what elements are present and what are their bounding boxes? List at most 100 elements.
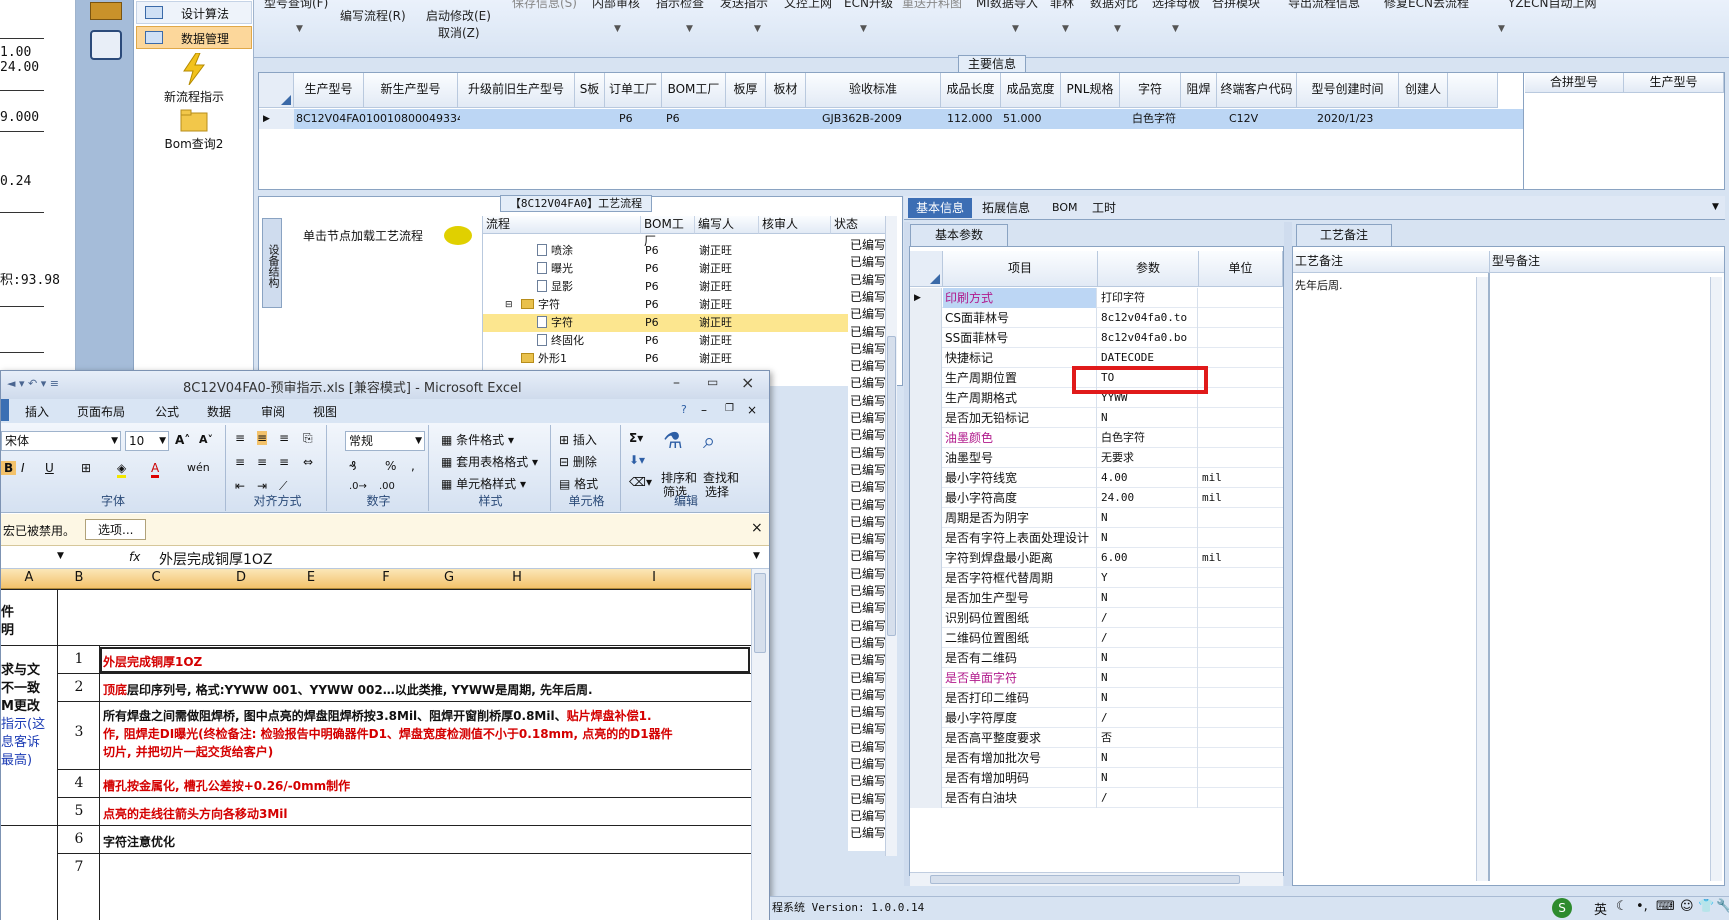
col-header[interactable]: 编写人 — [695, 216, 759, 234]
outdent-icon[interactable]: ⇥ — [257, 479, 267, 493]
col-header[interactable]: PNL规格 — [1061, 73, 1120, 108]
param-row[interactable]: 是否有白油块 / — [910, 788, 1283, 808]
col-header[interactable]: 项目 — [943, 251, 1098, 287]
param-row[interactable]: CS面菲林号 8c12v04fa0.to — [910, 308, 1283, 328]
param-value[interactable]: 6.00 — [1098, 548, 1198, 568]
param-row[interactable]: 是否有二维码 N — [910, 648, 1283, 668]
col-header[interactable]: 成品宽度 — [1001, 73, 1061, 108]
tab-extended-info[interactable]: 拓展信息 — [974, 198, 1038, 218]
border-icon[interactable]: ⊞ — [81, 461, 91, 475]
param-value[interactable]: Y — [1098, 568, 1198, 588]
clear-icon[interactable]: ⌫▾ — [629, 475, 652, 489]
percent-icon[interactable]: % — [385, 459, 396, 473]
col-header[interactable]: 验收标准 — [806, 73, 941, 108]
scroll-thumb[interactable] — [887, 336, 896, 636]
comma-icon[interactable]: , — [411, 459, 415, 473]
param-row[interactable]: 是否高平整度要求否 — [910, 728, 1283, 748]
decrease-decimal-icon[interactable]: .00 — [379, 481, 395, 492]
toolbar-send[interactable]: 发送指示 — [720, 0, 768, 11]
toolbar-export[interactable]: 导出流程信息 — [1288, 0, 1360, 11]
toolbar-ecn-upgrade[interactable]: ECN升级 — [844, 0, 893, 11]
param-row[interactable]: 识别码位置图纸 / — [910, 608, 1283, 628]
col-letter[interactable]: G — [421, 570, 477, 585]
col-header[interactable]: 成品长度 — [941, 73, 1001, 108]
instruction-cell[interactable]: 顶底层印序列号, 格式:YYWW 001、YYWW 002…以此类推, YYWW… — [103, 681, 593, 698]
param-value[interactable]: 8c12v04fa0.to — [1098, 308, 1198, 328]
align-middle-icon[interactable]: ≡ — [257, 431, 268, 445]
param-value[interactable]: / — [1098, 788, 1198, 808]
param-row[interactable]: 二维码位置图纸 / — [910, 628, 1283, 648]
merge-icon[interactable]: ⇔ — [303, 455, 313, 469]
cell-style-button[interactable]: ▦ 单元格样式 ▾ — [441, 475, 526, 492]
col-header[interactable]: 新生产型号 — [364, 73, 458, 108]
tab-review[interactable]: 审阅 — [261, 403, 285, 420]
table-format-button[interactable]: ▦ 套用表格格式 ▾ — [441, 453, 538, 470]
param-row[interactable]: 是否单面字符 N — [910, 668, 1283, 688]
factory-icon[interactable] — [90, 2, 122, 20]
font-color-icon[interactable]: A — [151, 461, 160, 478]
formula-input[interactable]: 外层完成铜厚1OZ — [159, 549, 273, 569]
param-value[interactable]: 打印字符 — [1098, 288, 1198, 308]
col-header[interactable]: 流程 — [483, 216, 641, 234]
currency-icon[interactable]: ₰ — [349, 459, 357, 473]
splitter[interactable] — [1284, 222, 1292, 886]
insert-cells-button[interactable]: ⊞ 插入 — [559, 431, 597, 448]
toolbar-select-mother[interactable]: 选择母板 — [1152, 0, 1200, 11]
format-cells-button[interactable]: ▤ 格式 — [559, 475, 598, 492]
toolbar-save[interactable]: 保存信息(S) — [512, 0, 577, 11]
scrollbar-vertical[interactable] — [1476, 277, 1488, 881]
ime-language[interactable]: 英 — [1594, 899, 1607, 918]
tree-row[interactable]: 显影 P6 谢正旺 — [483, 278, 886, 296]
align-center-icon[interactable]: ≡ — [257, 455, 267, 469]
tree-row[interactable]: 喷涂 P6 谢正旺 — [483, 242, 886, 260]
align-left-icon[interactable]: ≡ — [235, 455, 245, 469]
param-row[interactable]: 是否有增加批次号 N — [910, 748, 1283, 768]
nav-item-data-management[interactable]: 数据管理 — [136, 26, 252, 49]
process-note-text[interactable]: 先年后周. — [1295, 277, 1343, 293]
param-value[interactable]: 4.00 — [1098, 468, 1198, 488]
chevron-down-icon[interactable]: ▼ — [614, 24, 621, 34]
align-bottom-icon[interactable]: ≡ — [279, 431, 289, 445]
param-row[interactable]: 是否有字符上表面处理设计 N — [910, 528, 1283, 548]
tab-basic-info[interactable]: 基本信息 — [908, 198, 973, 218]
new-flow-button[interactable]: 新流程指示 — [139, 52, 249, 105]
fill-icon[interactable]: ⬇▾ — [629, 453, 645, 467]
instruction-cell[interactable]: 字符注意优化 — [103, 833, 175, 850]
close-icon[interactable]: × — [747, 403, 757, 417]
col-header[interactable]: 工艺备注 — [1293, 251, 1490, 273]
toolbar-model-query[interactable]: 型号查询(F) — [264, 0, 328, 11]
shrink-font-icon[interactable]: A˅ — [199, 433, 213, 446]
col-letter[interactable]: H — [477, 570, 557, 585]
chevron-down-icon[interactable]: ▼ — [1498, 24, 1505, 34]
tree-row[interactable]: 终固化 P6 谢正旺 — [483, 332, 886, 350]
col-header[interactable]: BOM工厂 — [641, 216, 695, 248]
office-tab[interactable] — [1, 399, 9, 421]
wrap-text-icon[interactable]: ⎘ — [303, 431, 313, 446]
toolbar-auto-publish[interactable]: YZECN自动上网 — [1508, 0, 1597, 11]
param-value[interactable]: 白色字符 — [1098, 428, 1198, 448]
param-row[interactable]: 油墨型号 无要求 — [910, 448, 1283, 468]
scrollbar-vertical[interactable] — [885, 216, 897, 856]
chevron-down-icon[interactable]: ▼ — [860, 24, 867, 34]
vertical-tab-structure[interactable]: 设备结构 — [262, 218, 282, 308]
toolbar-check[interactable]: 指示检查 — [656, 0, 704, 11]
autosum-icon[interactable]: Σ▾ — [629, 431, 643, 445]
param-value[interactable]: N — [1098, 688, 1198, 708]
param-row[interactable]: 是否字符框代替周期 Y — [910, 568, 1283, 588]
param-row[interactable]: 字符到焊盘最小距离 6.00 mil — [910, 548, 1283, 568]
param-row[interactable]: 是否加生产型号 N — [910, 588, 1283, 608]
param-value[interactable]: N — [1098, 588, 1198, 608]
moon-icon[interactable]: ☾ — [1616, 899, 1628, 914]
indent-icon[interactable]: ⇤ — [235, 479, 245, 493]
align-right-icon[interactable]: ≡ — [279, 455, 289, 469]
toolbar-write-flow[interactable]: 编写流程(R) — [340, 7, 406, 24]
tab-formulas[interactable]: 公式 — [155, 403, 179, 420]
expand-icon[interactable]: ▼ — [753, 551, 760, 561]
punct-icon[interactable]: •, — [1636, 899, 1648, 914]
instruction-cell[interactable]: 作, 阻焊走DI曝光(终检备注: 检验报告中明确器件D1、焊盘宽度检测值不小于0… — [103, 725, 673, 742]
options-button[interactable]: 选项... — [85, 519, 147, 540]
tab-insert[interactable]: 插入 — [25, 403, 49, 420]
col-header[interactable]: 合拼型号 — [1525, 73, 1624, 93]
col-header[interactable]: 板材 — [766, 73, 806, 108]
wrench-icon[interactable]: 🔧 — [1716, 899, 1729, 914]
